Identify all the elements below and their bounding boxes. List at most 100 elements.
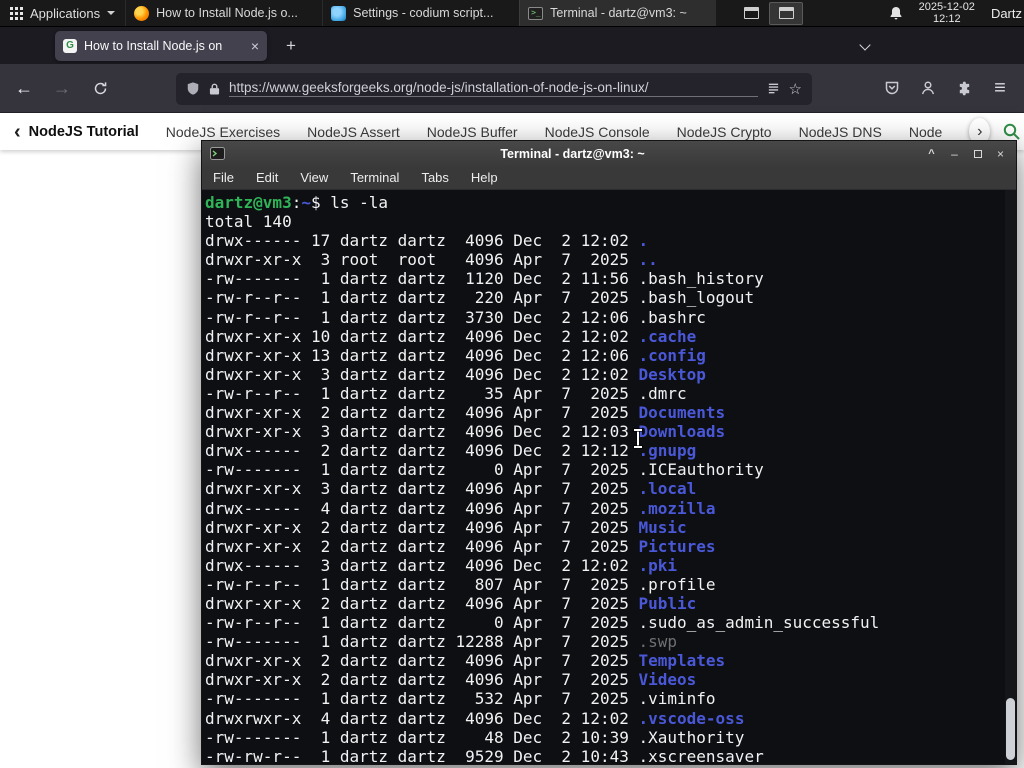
system-tray xyxy=(744,1,804,25)
terminal-line: -rw-rw-r-- 1 dartz dartz 9529 Dec 2 10:4… xyxy=(205,746,764,764)
site-nav-item-node[interactable]: Node xyxy=(909,124,942,140)
firefox-icon xyxy=(134,5,150,21)
menu-tabs[interactable]: Tabs xyxy=(410,170,459,185)
browser-toolbar: ← → https://www.geeksforgeeks.org/node-j… xyxy=(0,64,1024,113)
site-nav-item-tutorial[interactable]: NodeJS Tutorial xyxy=(29,124,139,140)
terminal-line: dartz@vm3:~$ ls -la xyxy=(205,193,389,212)
site-nav-item-console[interactable]: NodeJS Console xyxy=(545,124,650,140)
terminal-line: -rw-r--r-- 1 dartz dartz 220 Apr 7 2025 … xyxy=(205,288,755,308)
terminal-line: -rw-r--r-- 1 dartz dartz 35 Apr 7 2025 .… xyxy=(205,383,687,403)
taskbar-window-terminal[interactable]: >_ Terminal - dartz@vm3: ~ xyxy=(519,0,717,26)
pocket-icon xyxy=(885,81,899,95)
tab-title: How to Install Node.js on xyxy=(84,39,223,53)
account-icon xyxy=(921,81,935,95)
terminal-close-button[interactable]: × xyxy=(989,141,1012,166)
terminal-line: -rw-r--r-- 1 dartz dartz 0 Apr 7 2025 .s… xyxy=(205,613,880,633)
taskbar-window-label: Settings - codium script... xyxy=(353,6,494,20)
taskbar-window-firefox[interactable]: How to Install Node.js o... xyxy=(125,0,322,26)
new-tab-button[interactable]: + xyxy=(278,33,304,59)
menu-edit[interactable]: Edit xyxy=(245,170,289,185)
terminal-line: drwxr-xr-x 2 dartz dartz 4096 Apr 7 2025… xyxy=(205,593,697,613)
site-nav-item-crypto[interactable]: NodeJS Crypto xyxy=(677,124,772,140)
site-nav-item-dns[interactable]: NodeJS DNS xyxy=(799,124,882,140)
terminal-line: -rw------- 1 dartz dartz 1120 Dec 2 11:5… xyxy=(205,269,764,289)
menu-file[interactable]: File xyxy=(202,170,245,185)
pocket-button[interactable] xyxy=(876,72,908,104)
taskbar-window-label: Terminal - dartz@vm3: ~ xyxy=(550,6,687,20)
menu-view[interactable]: View xyxy=(289,170,339,185)
url-bar[interactable]: https://www.geeksforgeeks.org/node-js/in… xyxy=(176,72,812,105)
terminal-line: drwxr-xr-x 3 dartz dartz 4096 Apr 7 2025… xyxy=(205,479,697,499)
account-button[interactable] xyxy=(912,72,944,104)
terminal-line: drwxr-xr-x 2 dartz dartz 4096 Apr 7 2025… xyxy=(205,403,726,423)
window-tray-icon[interactable] xyxy=(744,7,760,19)
terminal-line: drwxr-xr-x 3 dartz dartz 4096 Dec 2 12:0… xyxy=(205,422,726,442)
terminal-line: -rw-r--r-- 1 dartz dartz 3730 Dec 2 12:0… xyxy=(205,307,706,327)
back-button[interactable]: ← xyxy=(8,72,40,104)
terminal-line: drwxr-xr-x 2 dartz dartz 4096 Apr 7 2025… xyxy=(205,536,716,556)
terminal-tray-icon xyxy=(778,7,794,19)
terminal-line: total 140 xyxy=(205,212,292,232)
browser-tab-bar: G How to Install Node.js on × + xyxy=(0,27,1024,64)
top-panel: Applications How to Install Node.js o...… xyxy=(0,0,1024,27)
tracking-protection-shield-icon xyxy=(187,82,199,95)
terminal-line: drwx------ 3 dartz dartz 4096 Dec 2 12:0… xyxy=(205,555,678,575)
terminal-tray-button[interactable] xyxy=(769,1,804,25)
site-favicon: G xyxy=(63,39,77,53)
reload-icon xyxy=(94,81,106,94)
terminal-line: drwx------ 17 dartz dartz 4096 Dec 2 12:… xyxy=(205,231,649,251)
menu-terminal[interactable]: Terminal xyxy=(339,170,410,185)
applications-menu-button[interactable]: Applications xyxy=(0,0,125,26)
url-text: https://www.geeksforgeeks.org/node-js/in… xyxy=(229,80,758,97)
terminal-icon: >_ xyxy=(528,6,544,20)
terminal-shade-button[interactable]: ^ xyxy=(920,141,943,166)
browser-menu-button[interactable]: ≡ xyxy=(984,72,1016,104)
site-nav-item-assert[interactable]: NodeJS Assert xyxy=(307,124,400,140)
terminal-line: drwxr-xr-x 2 dartz dartz 4096 Apr 7 2025… xyxy=(205,670,697,690)
terminal-line: drwxr-xr-x 13 dartz dartz 4096 Dec 2 12:… xyxy=(205,345,706,365)
terminal-line: -rw-r--r-- 1 dartz dartz 807 Apr 7 2025 … xyxy=(205,574,716,594)
applications-grid-icon xyxy=(10,6,23,20)
site-nav-item-buffer[interactable]: NodeJS Buffer xyxy=(427,124,518,140)
terminal-line: drwxr-xr-x 3 dartz dartz 4096 Dec 2 12:0… xyxy=(205,364,706,384)
bookmark-star-icon[interactable]: ☆ xyxy=(789,80,802,98)
applications-label: Applications xyxy=(30,5,101,21)
terminal-line: -rw------- 1 dartz dartz 48 Dec 2 10:39 … xyxy=(205,727,745,747)
reload-button[interactable] xyxy=(84,72,116,104)
panel-clock[interactable]: 2025-12-02 12:12 xyxy=(919,1,975,25)
menu-help[interactable]: Help xyxy=(460,170,509,185)
terminal-output[interactable]: dartz@vm3:~$ ls -la total 140 drwx------ 1… xyxy=(202,190,1016,764)
maximize-icon xyxy=(973,149,982,158)
chevron-down-icon xyxy=(859,39,871,51)
reader-mode-icon[interactable] xyxy=(767,82,780,95)
chevron-down-icon xyxy=(107,11,116,15)
terminal-line: drwxr-xr-x 2 dartz dartz 4096 Apr 7 2025… xyxy=(205,651,726,671)
site-nav-item-exercises[interactable]: NodeJS Exercises xyxy=(166,124,280,140)
forward-button[interactable]: → xyxy=(46,72,78,104)
terminal-line: -rw------- 1 dartz dartz 532 Apr 7 2025 … xyxy=(205,689,716,709)
terminal-title-bar[interactable]: Terminal - dartz@vm3: ~ ^ – × xyxy=(202,141,1016,166)
taskbar-window-codium[interactable]: Settings - codium script... xyxy=(322,0,519,26)
site-nav-prev-button[interactable]: ‹ xyxy=(14,122,21,142)
terminal-line: -rw------- 1 dartz dartz 0 Apr 7 2025 .I… xyxy=(205,460,764,480)
scrollbar-thumb[interactable] xyxy=(1006,698,1015,760)
notification-bell-button[interactable] xyxy=(889,6,903,21)
desktop: Applications How to Install Node.js o...… xyxy=(0,0,1024,768)
list-all-tabs-button[interactable] xyxy=(852,37,878,57)
terminal-scrollbar[interactable] xyxy=(1005,190,1016,764)
browser-tab[interactable]: G How to Install Node.js on × xyxy=(55,31,267,61)
terminal-line: drwxr-xr-x 3 root root 4096 Apr 7 2025 .… xyxy=(205,250,658,270)
terminal-minimize-button[interactable]: – xyxy=(943,141,966,166)
terminal-window: Terminal - dartz@vm3: ~ ^ – × File Edit … xyxy=(201,140,1017,765)
extensions-button[interactable] xyxy=(948,72,980,104)
terminal-line: drwxrwxr-x 4 dartz dartz 4096 Dec 2 12:0… xyxy=(205,708,745,728)
terminal-maximize-button[interactable] xyxy=(966,141,989,166)
terminal-line: drwxr-xr-x 10 dartz dartz 4096 Dec 2 12:… xyxy=(205,326,697,346)
taskbar-window-label: How to Install Node.js o... xyxy=(156,6,298,20)
tab-close-button[interactable]: × xyxy=(251,39,259,53)
codium-icon xyxy=(331,5,347,21)
site-search-button[interactable] xyxy=(1002,122,1021,141)
terminal-line: drwx------ 4 dartz dartz 4096 Apr 7 2025… xyxy=(205,498,716,518)
terminal-line: drwx------ 2 dartz dartz 4096 Dec 2 12:1… xyxy=(205,441,697,461)
terminal-icon xyxy=(210,147,225,160)
